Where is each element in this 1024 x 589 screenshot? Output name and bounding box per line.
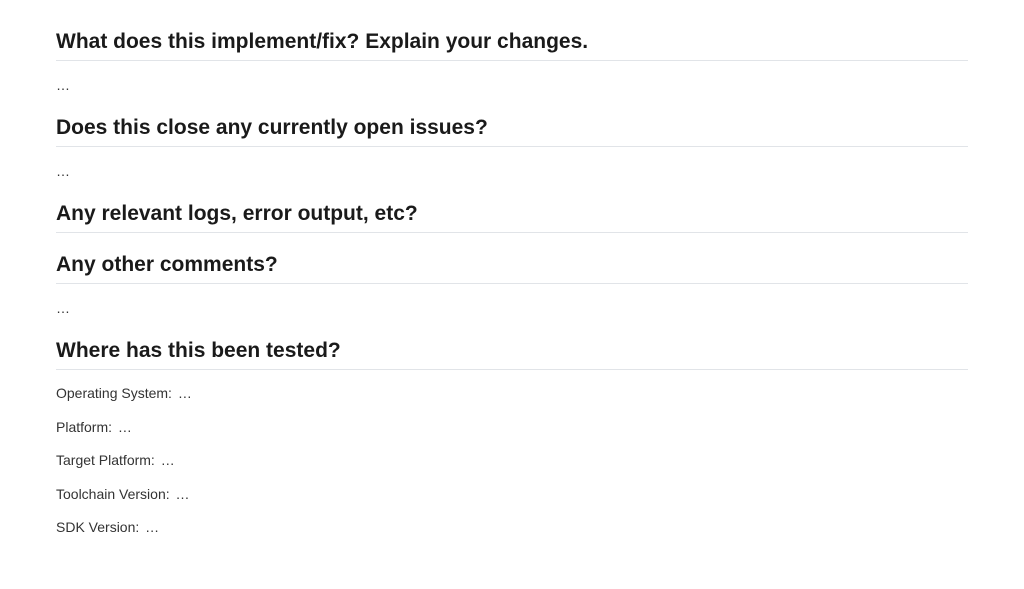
field-platform: Platform: … — [56, 418, 968, 438]
heading-comments: Any other comments? — [56, 253, 968, 284]
field-value-toolchain: … — [176, 486, 190, 502]
field-label-target-platform: Target Platform: — [56, 452, 155, 468]
body-implement-fix: … — [56, 75, 968, 96]
field-sdk: SDK Version: … — [56, 518, 968, 538]
heading-closes-issues: Does this close any currently open issue… — [56, 116, 968, 147]
field-label-sdk: SDK Version: — [56, 519, 139, 535]
field-label-os: Operating System: — [56, 385, 172, 401]
field-target-platform: Target Platform: … — [56, 451, 968, 471]
field-value-target-platform: … — [161, 452, 175, 468]
body-closes-issues: … — [56, 161, 968, 182]
body-comments: … — [56, 298, 968, 319]
heading-logs: Any relevant logs, error output, etc? — [56, 202, 968, 233]
field-value-os: … — [178, 385, 192, 401]
field-operating-system: Operating System: … — [56, 384, 968, 404]
field-toolchain: Toolchain Version: … — [56, 485, 968, 505]
heading-tested: Where has this been tested? — [56, 339, 968, 370]
field-value-sdk: … — [145, 519, 159, 535]
heading-implement-fix: What does this implement/fix? Explain yo… — [56, 30, 968, 61]
field-label-platform: Platform: — [56, 419, 112, 435]
field-value-platform: … — [118, 419, 132, 435]
field-label-toolchain: Toolchain Version: — [56, 486, 170, 502]
